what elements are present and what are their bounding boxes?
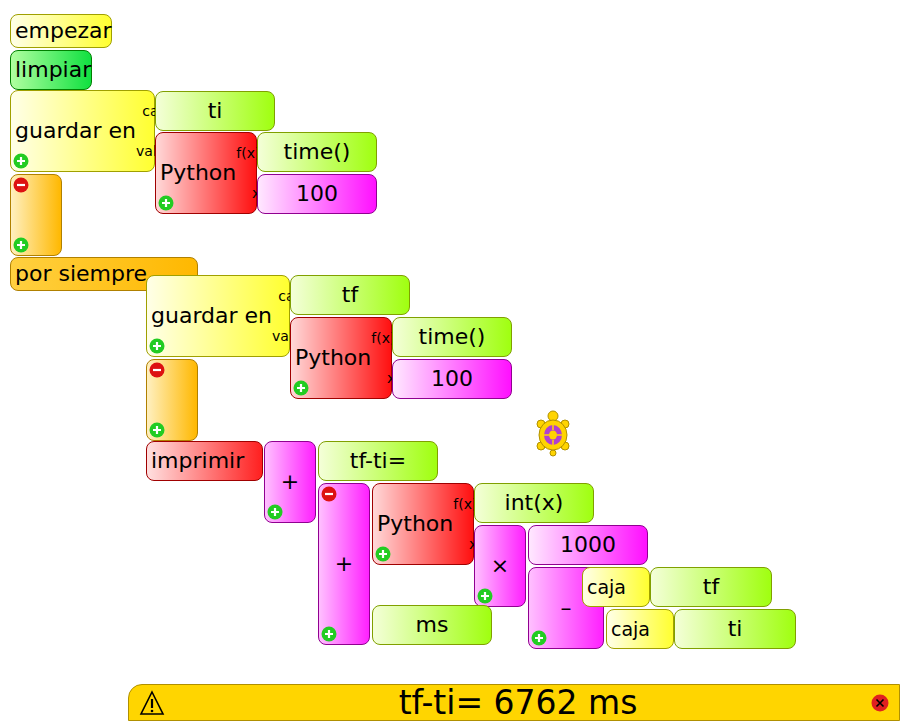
block-label: guardar en bbox=[151, 304, 272, 328]
block-label: int(x) bbox=[505, 491, 564, 515]
operator-block[interactable]: × bbox=[474, 525, 526, 607]
number-block[interactable]: 100 bbox=[257, 174, 377, 214]
block-label: tf-ti= bbox=[350, 449, 406, 473]
status-message: tf-ti= 6762 ms bbox=[165, 683, 871, 721]
expand-icon[interactable] bbox=[477, 588, 493, 604]
number-block[interactable]: 1000 bbox=[528, 525, 648, 565]
close-icon[interactable] bbox=[871, 694, 889, 712]
python-block[interactable]: Pythonf(x)x bbox=[290, 317, 392, 399]
expand-icon[interactable] bbox=[375, 546, 391, 562]
block-label: tf bbox=[342, 283, 358, 307]
python-block[interactable]: Pythonf(x)x bbox=[372, 483, 474, 565]
expand-icon[interactable] bbox=[321, 626, 337, 642]
expand-icon[interactable] bbox=[149, 422, 165, 438]
text-block[interactable]: time() bbox=[257, 132, 377, 172]
text-block[interactable]: ms bbox=[372, 605, 492, 645]
shrink-icon[interactable] bbox=[13, 177, 29, 193]
store-block[interactable]: guardar encajavalor bbox=[146, 275, 290, 357]
expand-icon[interactable] bbox=[13, 153, 29, 169]
text-block[interactable]: tf-ti= bbox=[318, 441, 438, 481]
block-label: time() bbox=[419, 325, 486, 349]
block-label: × bbox=[491, 554, 509, 578]
block-label: + bbox=[281, 470, 299, 494]
block-label: ti bbox=[728, 617, 743, 641]
shrink-icon[interactable] bbox=[321, 486, 337, 502]
block-label: 100 bbox=[431, 367, 473, 391]
block-label: Python bbox=[160, 161, 236, 185]
action-block[interactable]: limpiar bbox=[10, 50, 92, 90]
text-block[interactable]: time() bbox=[392, 317, 512, 357]
turtle-canvas[interactable]: empezar limpiar guardar encajavalor ti Pytho… bbox=[0, 0, 900, 721]
expand-icon[interactable] bbox=[149, 338, 165, 354]
block-label: + bbox=[335, 552, 353, 576]
warning-icon bbox=[139, 690, 165, 716]
block-label: empezar bbox=[15, 19, 112, 43]
box-block[interactable]: caja bbox=[606, 609, 674, 649]
text-block[interactable]: tf bbox=[650, 567, 772, 607]
status-bar: tf-ti= 6762 ms bbox=[128, 684, 900, 721]
clamp-block[interactable] bbox=[10, 174, 62, 256]
block-label: tf bbox=[703, 575, 719, 599]
block-label: 1000 bbox=[560, 533, 616, 557]
text-block[interactable]: int(x) bbox=[474, 483, 594, 523]
text-block[interactable]: ti bbox=[155, 91, 275, 131]
block-label: guardar en bbox=[15, 119, 136, 143]
python-block[interactable]: Pythonf(x)x bbox=[155, 132, 257, 214]
number-block[interactable]: 100 bbox=[392, 359, 512, 399]
expand-icon[interactable] bbox=[267, 504, 283, 520]
expand-icon[interactable] bbox=[531, 630, 547, 646]
block-label: time() bbox=[284, 140, 351, 164]
text-block[interactable]: tf bbox=[290, 275, 410, 315]
block-label: 100 bbox=[296, 182, 338, 206]
start-block[interactable]: empezar bbox=[10, 14, 112, 48]
block-label: ms bbox=[416, 613, 449, 637]
turtle-icon[interactable] bbox=[534, 408, 572, 458]
block-label: Python bbox=[377, 512, 453, 536]
operator-block[interactable]: + bbox=[264, 441, 316, 523]
clamp-block[interactable] bbox=[146, 359, 198, 441]
print-block[interactable]: imprimir bbox=[146, 441, 263, 481]
block-label: ti bbox=[208, 99, 223, 123]
operator-block[interactable]: + bbox=[318, 483, 370, 645]
block-label: limpiar bbox=[15, 58, 91, 82]
expand-icon[interactable] bbox=[293, 380, 309, 396]
block-label: Python bbox=[295, 346, 371, 370]
shrink-icon[interactable] bbox=[149, 362, 165, 378]
expand-icon[interactable] bbox=[158, 195, 174, 211]
block-label: – bbox=[561, 596, 572, 620]
block-label: imprimir bbox=[151, 449, 244, 473]
block-label: caja bbox=[587, 577, 626, 598]
text-block[interactable]: ti bbox=[674, 609, 796, 649]
block-label: por siempre bbox=[15, 262, 147, 286]
store-block[interactable]: guardar encajavalor bbox=[10, 90, 155, 172]
box-block[interactable]: caja bbox=[582, 567, 650, 607]
block-label: caja bbox=[611, 619, 650, 640]
expand-icon[interactable] bbox=[13, 237, 29, 253]
